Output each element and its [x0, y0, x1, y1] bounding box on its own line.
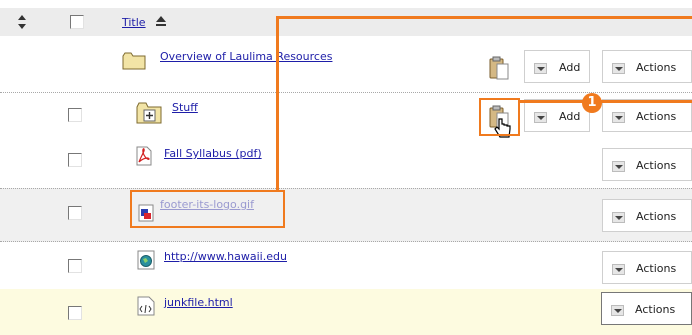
dropdown-arrow-icon	[612, 161, 625, 172]
select-all-checkbox[interactable]	[70, 15, 84, 29]
list-item: footer-its-logo.gif Actions	[0, 188, 692, 242]
row-checkbox[interactable]	[68, 259, 82, 273]
pdf-icon	[136, 146, 152, 169]
image-icon	[138, 204, 154, 225]
row-checkbox[interactable]	[68, 108, 82, 122]
paste-icon[interactable]	[488, 56, 510, 83]
item-title-link[interactable]: Overview of Laulima Resources	[160, 50, 332, 63]
sort-ascending-icon[interactable]	[156, 16, 166, 26]
web-link-icon	[137, 250, 155, 273]
actions-button[interactable]: Actions	[602, 50, 692, 83]
title-sort-link[interactable]: Title	[122, 16, 146, 29]
list-item: http://www.hawaii.edu Actions	[0, 241, 692, 290]
actions-button[interactable]: Actions	[602, 251, 692, 284]
dropdown-arrow-icon	[612, 112, 625, 123]
sort-updown-icon[interactable]	[18, 15, 26, 29]
dropdown-arrow-icon	[611, 305, 624, 316]
item-title-link[interactable]: footer-its-logo.gif	[160, 198, 254, 211]
actions-button[interactable]: Actions	[602, 148, 692, 181]
item-title-link[interactable]: junkfile.html	[164, 296, 233, 309]
dropdown-arrow-icon	[534, 63, 547, 74]
resources-list: Title Overview of Laulima Resources Add …	[0, 0, 692, 335]
actions-button[interactable]: Actions	[602, 199, 692, 232]
folder-plus-icon	[136, 102, 162, 127]
html-file-icon	[137, 296, 155, 319]
list-item: Fall Syllabus (pdf) Actions	[0, 138, 692, 188]
dropdown-arrow-icon	[612, 212, 625, 223]
list-item: Overview of Laulima Resources Add Action…	[0, 36, 692, 92]
item-title-link[interactable]: Stuff	[172, 101, 198, 114]
dropdown-arrow-icon	[612, 264, 625, 275]
row-checkbox[interactable]	[68, 153, 82, 167]
item-title-link[interactable]: Fall Syllabus (pdf)	[164, 147, 262, 160]
callout-number: 1	[587, 95, 597, 110]
list-header: Title	[0, 8, 692, 36]
add-button[interactable]: Add	[524, 50, 590, 83]
dropdown-arrow-icon	[534, 112, 547, 123]
folder-icon	[122, 52, 146, 73]
item-title-link[interactable]: http://www.hawaii.edu	[164, 250, 287, 263]
actions-button[interactable]: Actions	[602, 99, 692, 132]
dropdown-arrow-icon	[612, 63, 625, 74]
add-button[interactable]: Add	[524, 99, 590, 132]
callout-number-badge: 1	[582, 93, 602, 113]
list-item: junkfile.html Actions	[0, 289, 692, 335]
actions-button[interactable]: Actions	[601, 292, 692, 325]
row-checkbox[interactable]	[68, 306, 82, 320]
row-checkbox[interactable]	[68, 206, 82, 220]
